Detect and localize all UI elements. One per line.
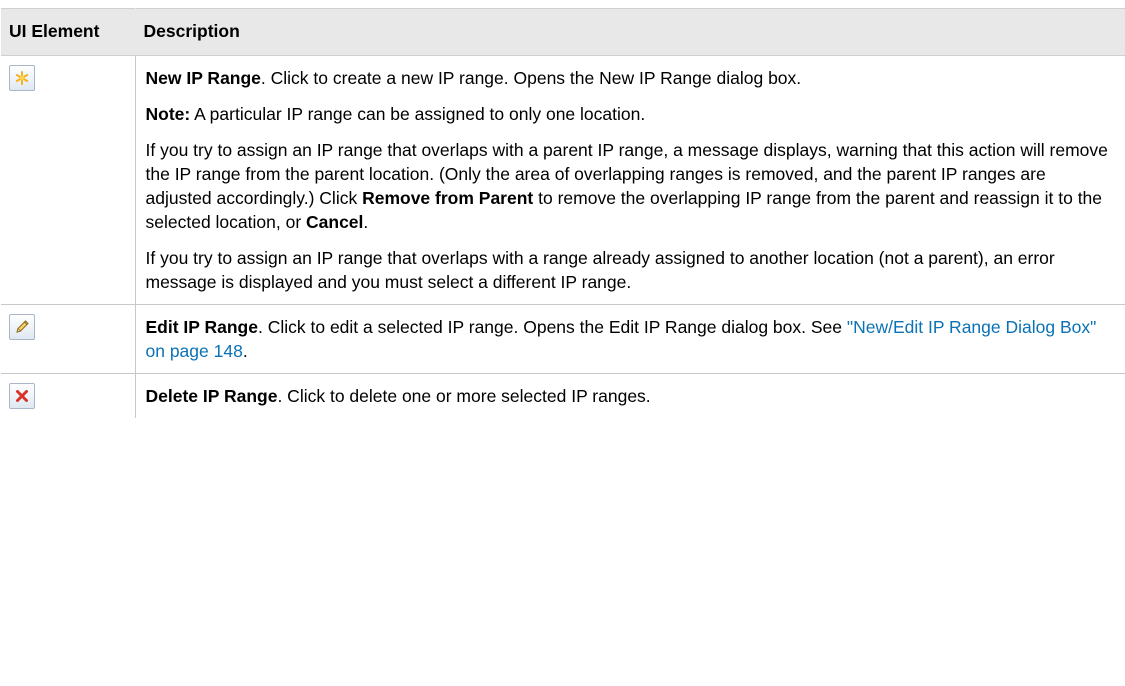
cancel-label: Cancel: [306, 212, 364, 232]
edit-ip-range-button[interactable]: [9, 314, 35, 340]
description-cell: New IP Range. Click to create a new IP r…: [135, 55, 1125, 305]
term-edit-ip-range: Edit IP Range: [145, 317, 258, 337]
description-text: .: [242, 341, 248, 361]
new-ip-range-button[interactable]: [9, 65, 35, 91]
description-paragraph: Edit IP Range. Click to edit a selected …: [146, 315, 1116, 363]
new-star-icon: [15, 71, 29, 85]
description-paragraph: Delete IP Range. Click to delete one or …: [146, 384, 1116, 408]
ui-element-cell: [1, 373, 136, 418]
ui-element-table: UI Element Description New IP Range. Cli…: [1, 8, 1125, 418]
description-text: . Click to create a new IP range. Opens …: [260, 68, 802, 88]
note-label: Note:: [145, 104, 191, 124]
table-row-delete-ip-range: Delete IP Range. Click to delete one or …: [1, 373, 1125, 419]
delete-ip-range-button[interactable]: [9, 383, 35, 409]
description-text: . Click to edit a selected IP range. Ope…: [257, 317, 847, 337]
description-cell: Edit IP Range. Click to edit a selected …: [135, 304, 1125, 374]
description-paragraph: New IP Range. Click to create a new IP r…: [146, 66, 1116, 90]
note-text: A particular IP range can be assigned to…: [190, 104, 646, 124]
term-new-ip-range: New IP Range: [145, 68, 261, 88]
table-row-new-ip-range: New IP Range. Click to create a new IP r…: [1, 55, 1125, 305]
column-header-ui-element: UI Element: [1, 8, 136, 56]
term-delete-ip-range: Delete IP Range: [145, 386, 278, 406]
column-header-description: Description: [135, 8, 1125, 56]
remove-from-parent-label: Remove from Parent: [362, 188, 534, 208]
note-paragraph: Note: A particular IP range can be assig…: [146, 102, 1116, 126]
description-paragraph: If you try to assign an IP range that ov…: [146, 246, 1116, 294]
red-x-icon: [16, 390, 28, 402]
description-text: If you try to assign an IP range that ov…: [145, 248, 1055, 292]
description-text: . Click to delete one or more selected I…: [277, 386, 651, 406]
ui-element-cell: [1, 304, 136, 374]
pencil-icon: [16, 320, 29, 333]
description-text: .: [363, 212, 369, 232]
description-paragraph: If you try to assign an IP range that ov…: [146, 138, 1116, 234]
description-cell: Delete IP Range. Click to delete one or …: [135, 374, 1125, 419]
ui-element-cell: [1, 55, 136, 305]
table-row-edit-ip-range: Edit IP Range. Click to edit a selected …: [1, 304, 1125, 374]
table-header-row: UI Element Description: [1, 8, 1125, 56]
